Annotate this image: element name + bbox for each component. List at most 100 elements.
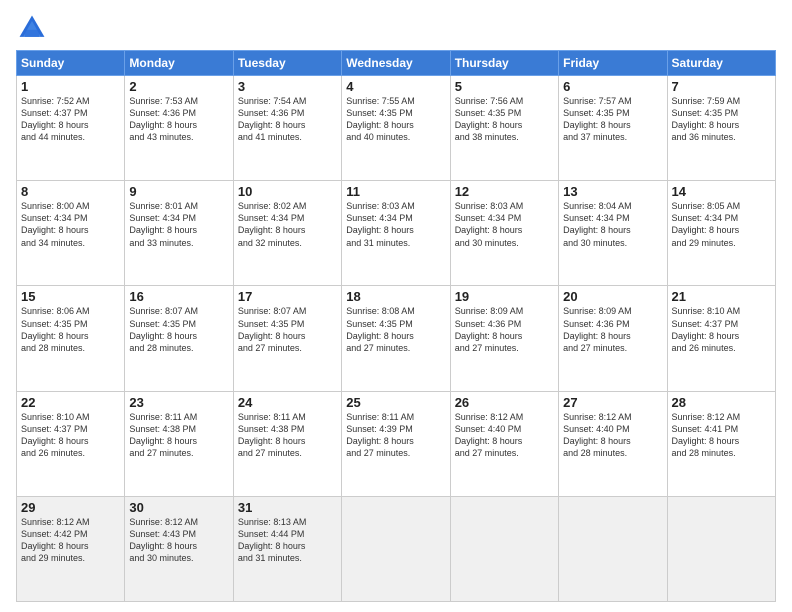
day-number: 18: [346, 289, 445, 304]
calendar-week-5: 29 Sunrise: 8:12 AM Sunset: 4:42 PM Dayl…: [17, 496, 776, 601]
calendar-cell: 11 Sunrise: 8:03 AM Sunset: 4:34 PM Dayl…: [342, 181, 450, 286]
day-header-row: SundayMondayTuesdayWednesdayThursdayFrid…: [17, 51, 776, 76]
day-number: 24: [238, 395, 337, 410]
day-number: 31: [238, 500, 337, 515]
calendar-cell: 15 Sunrise: 8:06 AM Sunset: 4:35 PM Dayl…: [17, 286, 125, 391]
calendar-cell: 19 Sunrise: 8:09 AM Sunset: 4:36 PM Dayl…: [450, 286, 558, 391]
calendar-week-1: 1 Sunrise: 7:52 AM Sunset: 4:37 PM Dayli…: [17, 76, 776, 181]
cell-info: Sunrise: 8:08 AM Sunset: 4:35 PM Dayligh…: [346, 305, 445, 354]
cell-info: Sunrise: 7:52 AM Sunset: 4:37 PM Dayligh…: [21, 95, 120, 144]
calendar-cell: 30 Sunrise: 8:12 AM Sunset: 4:43 PM Dayl…: [125, 496, 233, 601]
calendar-cell: 8 Sunrise: 8:00 AM Sunset: 4:34 PM Dayli…: [17, 181, 125, 286]
day-of-week-monday: Monday: [125, 51, 233, 76]
day-number: 13: [563, 184, 662, 199]
calendar-week-2: 8 Sunrise: 8:00 AM Sunset: 4:34 PM Dayli…: [17, 181, 776, 286]
day-number: 22: [21, 395, 120, 410]
day-number: 8: [21, 184, 120, 199]
calendar-cell: 23 Sunrise: 8:11 AM Sunset: 4:38 PM Dayl…: [125, 391, 233, 496]
calendar-cell: 16 Sunrise: 8:07 AM Sunset: 4:35 PM Dayl…: [125, 286, 233, 391]
cell-info: Sunrise: 8:09 AM Sunset: 4:36 PM Dayligh…: [455, 305, 554, 354]
calendar-cell: 21 Sunrise: 8:10 AM Sunset: 4:37 PM Dayl…: [667, 286, 775, 391]
logo-icon: [16, 12, 48, 44]
day-of-week-friday: Friday: [559, 51, 667, 76]
day-number: 12: [455, 184, 554, 199]
cell-info: Sunrise: 8:12 AM Sunset: 4:40 PM Dayligh…: [563, 411, 662, 460]
calendar-cell: 12 Sunrise: 8:03 AM Sunset: 4:34 PM Dayl…: [450, 181, 558, 286]
calendar-body: 1 Sunrise: 7:52 AM Sunset: 4:37 PM Dayli…: [17, 76, 776, 602]
calendar-cell: 6 Sunrise: 7:57 AM Sunset: 4:35 PM Dayli…: [559, 76, 667, 181]
page: SundayMondayTuesdayWednesdayThursdayFrid…: [0, 0, 792, 612]
day-of-week-thursday: Thursday: [450, 51, 558, 76]
cell-info: Sunrise: 7:57 AM Sunset: 4:35 PM Dayligh…: [563, 95, 662, 144]
calendar-cell: 27 Sunrise: 8:12 AM Sunset: 4:40 PM Dayl…: [559, 391, 667, 496]
day-number: 28: [672, 395, 771, 410]
calendar-cell: 3 Sunrise: 7:54 AM Sunset: 4:36 PM Dayli…: [233, 76, 341, 181]
cell-info: Sunrise: 8:10 AM Sunset: 4:37 PM Dayligh…: [672, 305, 771, 354]
day-of-week-tuesday: Tuesday: [233, 51, 341, 76]
cell-info: Sunrise: 8:07 AM Sunset: 4:35 PM Dayligh…: [129, 305, 228, 354]
cell-info: Sunrise: 8:09 AM Sunset: 4:36 PM Dayligh…: [563, 305, 662, 354]
day-of-week-saturday: Saturday: [667, 51, 775, 76]
day-number: 4: [346, 79, 445, 94]
day-number: 3: [238, 79, 337, 94]
day-number: 17: [238, 289, 337, 304]
calendar-cell: 26 Sunrise: 8:12 AM Sunset: 4:40 PM Dayl…: [450, 391, 558, 496]
cell-info: Sunrise: 8:01 AM Sunset: 4:34 PM Dayligh…: [129, 200, 228, 249]
day-number: 19: [455, 289, 554, 304]
cell-info: Sunrise: 8:10 AM Sunset: 4:37 PM Dayligh…: [21, 411, 120, 460]
cell-info: Sunrise: 8:04 AM Sunset: 4:34 PM Dayligh…: [563, 200, 662, 249]
cell-info: Sunrise: 8:07 AM Sunset: 4:35 PM Dayligh…: [238, 305, 337, 354]
calendar-cell: [667, 496, 775, 601]
calendar-week-3: 15 Sunrise: 8:06 AM Sunset: 4:35 PM Dayl…: [17, 286, 776, 391]
calendar-cell: 14 Sunrise: 8:05 AM Sunset: 4:34 PM Dayl…: [667, 181, 775, 286]
day-number: 9: [129, 184, 228, 199]
day-number: 7: [672, 79, 771, 94]
calendar-cell: 22 Sunrise: 8:10 AM Sunset: 4:37 PM Dayl…: [17, 391, 125, 496]
cell-info: Sunrise: 8:03 AM Sunset: 4:34 PM Dayligh…: [455, 200, 554, 249]
calendar-cell: 28 Sunrise: 8:12 AM Sunset: 4:41 PM Dayl…: [667, 391, 775, 496]
day-number: 2: [129, 79, 228, 94]
day-number: 20: [563, 289, 662, 304]
calendar-table: SundayMondayTuesdayWednesdayThursdayFrid…: [16, 50, 776, 602]
cell-info: Sunrise: 7:55 AM Sunset: 4:35 PM Dayligh…: [346, 95, 445, 144]
cell-info: Sunrise: 8:11 AM Sunset: 4:38 PM Dayligh…: [238, 411, 337, 460]
day-number: 1: [21, 79, 120, 94]
cell-info: Sunrise: 8:12 AM Sunset: 4:41 PM Dayligh…: [672, 411, 771, 460]
day-number: 15: [21, 289, 120, 304]
calendar-cell: 5 Sunrise: 7:56 AM Sunset: 4:35 PM Dayli…: [450, 76, 558, 181]
calendar-cell: 20 Sunrise: 8:09 AM Sunset: 4:36 PM Dayl…: [559, 286, 667, 391]
calendar-cell: 13 Sunrise: 8:04 AM Sunset: 4:34 PM Dayl…: [559, 181, 667, 286]
cell-info: Sunrise: 8:12 AM Sunset: 4:43 PM Dayligh…: [129, 516, 228, 565]
cell-info: Sunrise: 8:00 AM Sunset: 4:34 PM Dayligh…: [21, 200, 120, 249]
cell-info: Sunrise: 8:12 AM Sunset: 4:42 PM Dayligh…: [21, 516, 120, 565]
day-number: 23: [129, 395, 228, 410]
cell-info: Sunrise: 7:56 AM Sunset: 4:35 PM Dayligh…: [455, 95, 554, 144]
day-number: 27: [563, 395, 662, 410]
calendar-cell: 17 Sunrise: 8:07 AM Sunset: 4:35 PM Dayl…: [233, 286, 341, 391]
calendar-header: SundayMondayTuesdayWednesdayThursdayFrid…: [17, 51, 776, 76]
cell-info: Sunrise: 8:11 AM Sunset: 4:39 PM Dayligh…: [346, 411, 445, 460]
day-number: 16: [129, 289, 228, 304]
calendar-cell: [559, 496, 667, 601]
cell-info: Sunrise: 7:54 AM Sunset: 4:36 PM Dayligh…: [238, 95, 337, 144]
logo: [16, 12, 52, 44]
day-number: 14: [672, 184, 771, 199]
day-number: 21: [672, 289, 771, 304]
cell-info: Sunrise: 8:03 AM Sunset: 4:34 PM Dayligh…: [346, 200, 445, 249]
cell-info: Sunrise: 8:13 AM Sunset: 4:44 PM Dayligh…: [238, 516, 337, 565]
cell-info: Sunrise: 8:06 AM Sunset: 4:35 PM Dayligh…: [21, 305, 120, 354]
calendar-cell: 1 Sunrise: 7:52 AM Sunset: 4:37 PM Dayli…: [17, 76, 125, 181]
cell-info: Sunrise: 8:05 AM Sunset: 4:34 PM Dayligh…: [672, 200, 771, 249]
day-number: 6: [563, 79, 662, 94]
day-number: 10: [238, 184, 337, 199]
day-number: 30: [129, 500, 228, 515]
calendar-cell: 2 Sunrise: 7:53 AM Sunset: 4:36 PM Dayli…: [125, 76, 233, 181]
header: [16, 12, 776, 44]
calendar-cell: 29 Sunrise: 8:12 AM Sunset: 4:42 PM Dayl…: [17, 496, 125, 601]
calendar-cell: [342, 496, 450, 601]
day-number: 11: [346, 184, 445, 199]
calendar-cell: 9 Sunrise: 8:01 AM Sunset: 4:34 PM Dayli…: [125, 181, 233, 286]
calendar-cell: [450, 496, 558, 601]
calendar-week-4: 22 Sunrise: 8:10 AM Sunset: 4:37 PM Dayl…: [17, 391, 776, 496]
calendar-cell: 31 Sunrise: 8:13 AM Sunset: 4:44 PM Dayl…: [233, 496, 341, 601]
